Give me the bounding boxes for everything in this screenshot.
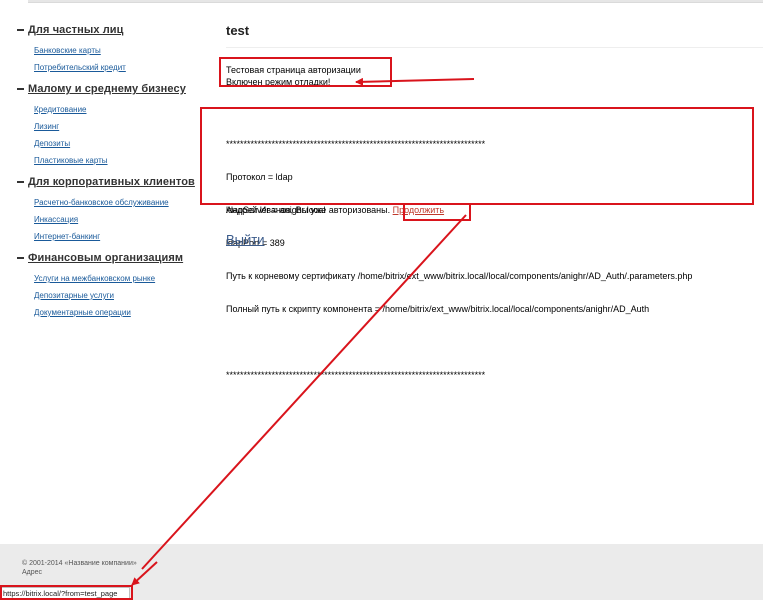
submenu: Услуги на межбанковском рынке Депозитарн… bbox=[17, 268, 207, 319]
sidebar-link-consumer-credit[interactable]: Потребительский кредит bbox=[34, 63, 126, 72]
sidebar-section-corporate: Для корпоративных клиентов Расчетно-банк… bbox=[17, 174, 207, 243]
sidebar-link-plastic-cards[interactable]: Пластиковые карты bbox=[34, 156, 108, 165]
copyright: © 2001-2014 «Название компании» Адрес bbox=[22, 559, 137, 577]
list-item: Пластиковые карты bbox=[34, 150, 207, 167]
sidebar-link-leasing[interactable]: Лизинг bbox=[34, 122, 59, 131]
submenu: Банковские карты Потребительский кредит bbox=[17, 40, 207, 74]
list-item: Услуги на межбанковском рынке bbox=[34, 268, 207, 285]
debug-mode-message: Включен режим отладки! bbox=[226, 77, 331, 87]
sidebar-section-financial: Финансовым организациям Услуги на межбан… bbox=[17, 250, 207, 319]
submenu: Расчетно-банковское обслуживание Инкасса… bbox=[17, 192, 207, 243]
section-header: Для частных лиц bbox=[17, 22, 207, 38]
test-page-message: Тестовая страница авторизации bbox=[226, 65, 361, 75]
sidebar-link-documentary[interactable]: Документарные операции bbox=[34, 308, 131, 317]
sidebar-section-private: Для частных лиц Банковские карты Потреби… bbox=[17, 22, 207, 74]
sidebar-link-settlement[interactable]: Расчетно-банковское обслуживание bbox=[34, 198, 169, 207]
auth-status-text: Андрей Иванов, Вы уже авторизованы. bbox=[226, 205, 391, 215]
divider bbox=[226, 47, 763, 48]
separator-line: ****************************************… bbox=[226, 370, 486, 380]
list-item: Депозитарные услуги bbox=[34, 285, 207, 302]
section-title-private[interactable]: Для частных лиц bbox=[28, 24, 124, 36]
continue-link[interactable]: Продолжить bbox=[393, 205, 444, 215]
protocol-line: Протокол = ldap bbox=[226, 172, 293, 182]
list-item: Инкассация bbox=[34, 209, 207, 226]
list-item: Документарные операции bbox=[34, 302, 207, 319]
sidebar-link-cards[interactable]: Банковские карты bbox=[34, 46, 101, 55]
sidebar-link-depositary[interactable]: Депозитарные услуги bbox=[34, 291, 114, 300]
sidebar-link-deposits[interactable]: Депозиты bbox=[34, 139, 70, 148]
section-title-sme[interactable]: Малому и среднему бизнесу bbox=[28, 83, 186, 95]
browser-status-bar: https://bitrix.local/?from=test_page bbox=[0, 587, 130, 600]
list-item: Депозиты bbox=[34, 133, 207, 150]
annotation-arrow-message bbox=[355, 77, 475, 86]
submenu: Кредитование Лизинг Депозиты Пластиковые… bbox=[17, 99, 207, 167]
list-item: Расчетно-банковское обслуживание bbox=[34, 192, 207, 209]
section-title-financial[interactable]: Финансовым организациям bbox=[28, 252, 183, 264]
address-text: Адрес bbox=[22, 569, 43, 576]
section-header: Для корпоративных клиентов bbox=[17, 174, 207, 190]
sidebar-link-internet-banking[interactable]: Интернет-банкинг bbox=[34, 232, 100, 241]
logout-link[interactable]: Выйти bbox=[226, 232, 265, 247]
dash-icon bbox=[17, 29, 24, 31]
ldap-port-line: ldapPort = 389 bbox=[226, 238, 285, 248]
list-item: Лизинг bbox=[34, 116, 207, 133]
dash-icon bbox=[17, 181, 24, 183]
dash-icon bbox=[17, 88, 24, 90]
separator-line: ****************************************… bbox=[226, 139, 486, 149]
cert-path-line: Путь к корневому сертификату /home/bitri… bbox=[226, 271, 693, 281]
page-title: test bbox=[226, 23, 250, 38]
list-item: Интернет-банкинг bbox=[34, 226, 207, 243]
script-path-line: Полный путь к скрипту компонента = /home… bbox=[226, 304, 650, 314]
auth-message-block: Тестовая страница авторизации Включен ре… bbox=[226, 64, 361, 88]
dash-icon bbox=[17, 257, 24, 259]
top-strip bbox=[28, 0, 763, 3]
section-header: Малому и среднему бизнесу bbox=[17, 81, 207, 97]
section-title-corporate[interactable]: Для корпоративных клиентов bbox=[28, 176, 195, 188]
sidebar-link-lending[interactable]: Кредитование bbox=[34, 105, 87, 114]
debug-info-block: ****************************************… bbox=[226, 117, 692, 403]
list-item: Кредитование bbox=[34, 99, 207, 116]
list-item: Потребительский кредит bbox=[34, 57, 207, 74]
sidebar-nav: Для частных лиц Банковские карты Потреби… bbox=[17, 22, 207, 326]
sidebar-link-interbank[interactable]: Услуги на межбанковском рынке bbox=[34, 274, 155, 283]
list-item: Банковские карты bbox=[34, 40, 207, 57]
auth-status: Андрей Иванов, Вы уже авторизованы. Прод… bbox=[226, 205, 444, 215]
sidebar-section-sme: Малому и среднему бизнесу Кредитование Л… bbox=[17, 81, 207, 167]
sidebar-link-collection[interactable]: Инкассация bbox=[34, 215, 78, 224]
copyright-text: © 2001-2014 «Название компании» bbox=[22, 560, 137, 567]
section-header: Финансовым организациям bbox=[17, 250, 207, 266]
